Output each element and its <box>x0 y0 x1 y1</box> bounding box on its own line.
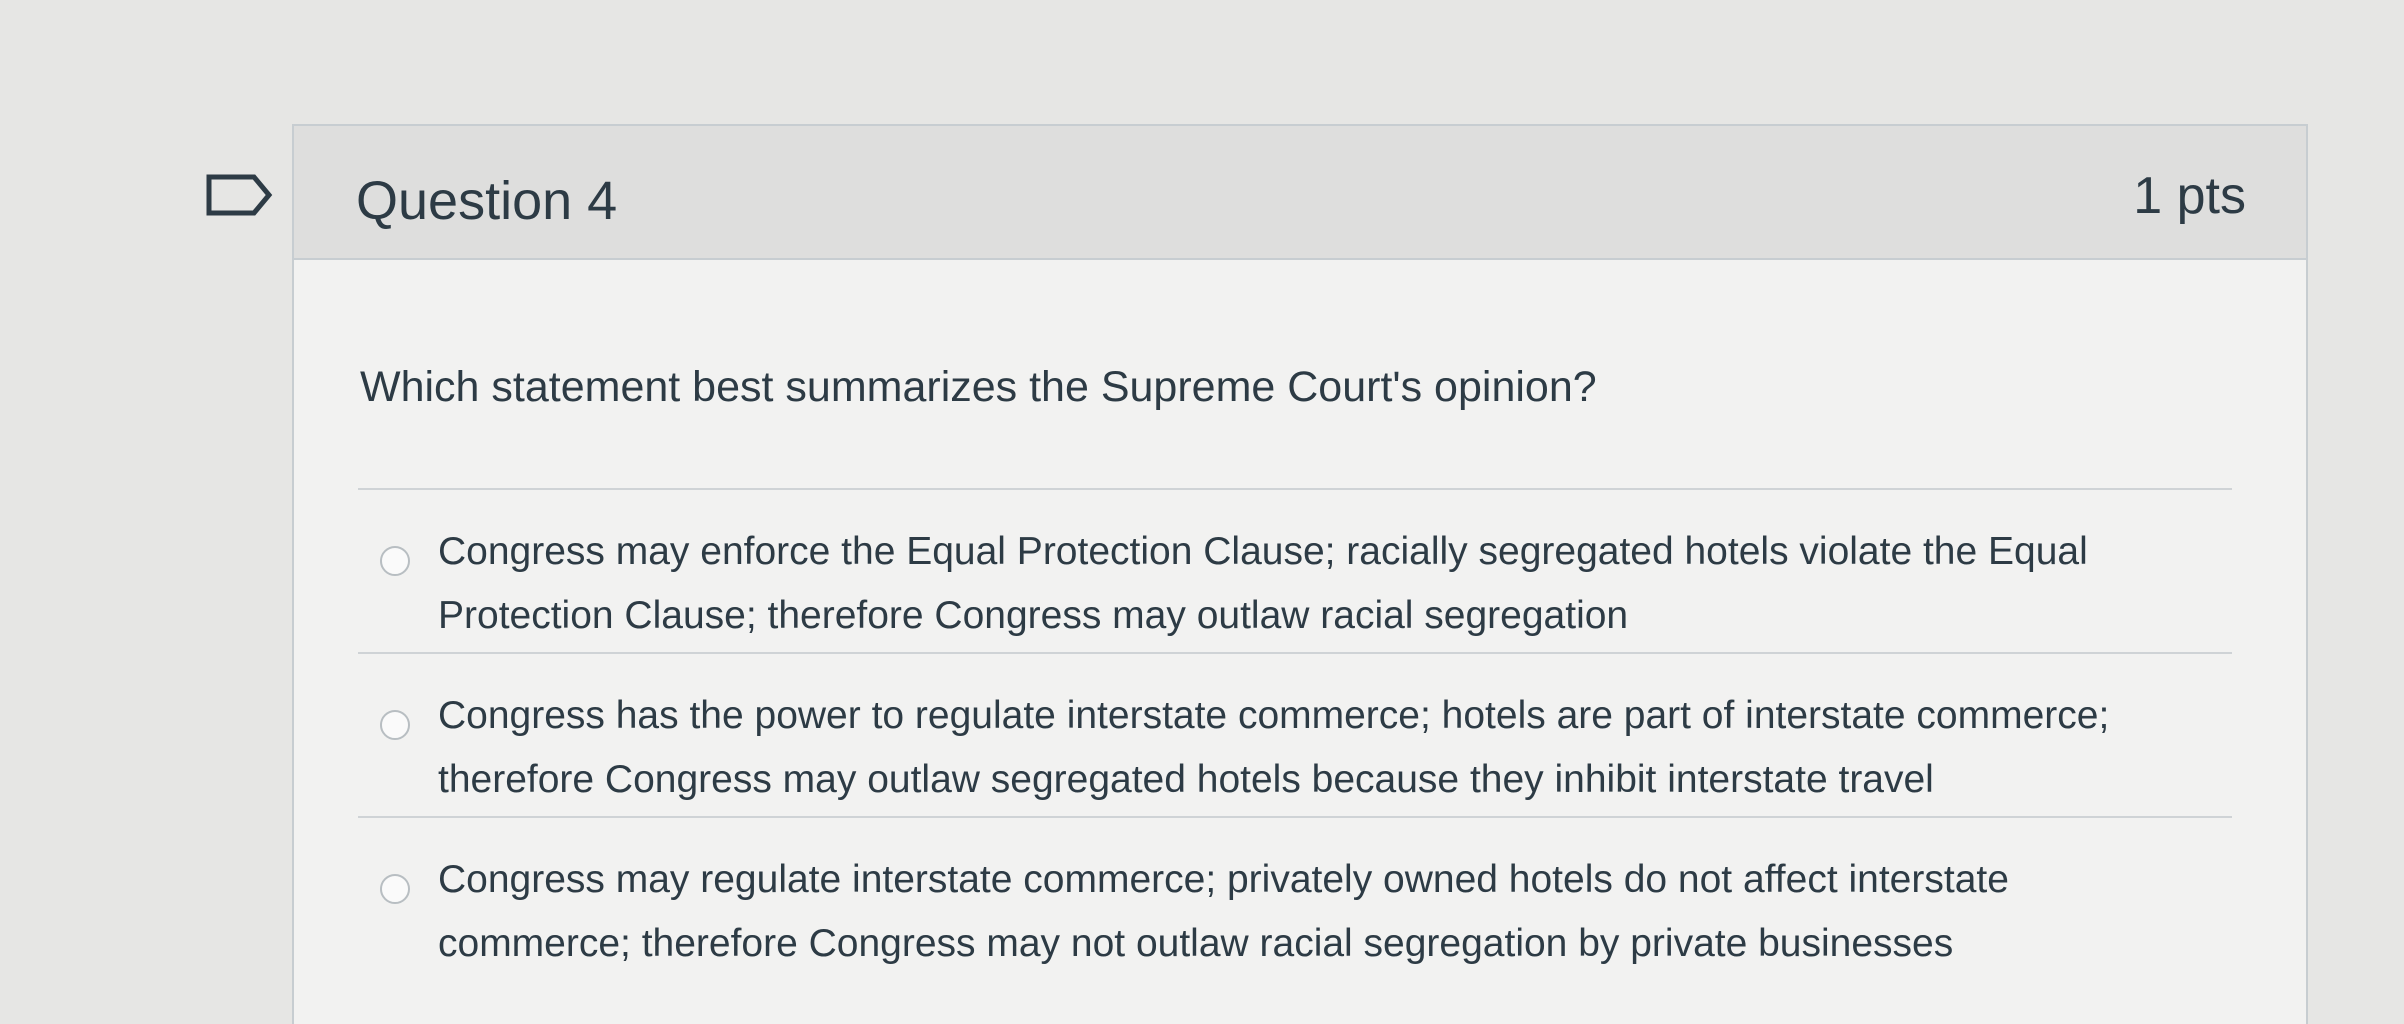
answer-label-3[interactable]: Congress may regulate interstate commerc… <box>438 848 2198 976</box>
answer-radio-2[interactable] <box>380 710 410 740</box>
question-points: 1 pts <box>2133 167 2246 225</box>
answer-option-1[interactable]: Congress may enforce the Equal Protectio… <box>358 490 2232 654</box>
answer-label-2[interactable]: Congress has the power to regulate inter… <box>438 684 2198 812</box>
question-title: Question 4 <box>356 171 618 231</box>
answer-option-2[interactable]: Congress has the power to regulate inter… <box>358 654 2232 818</box>
question-text: Which statement best summarizes the Supr… <box>360 363 1597 411</box>
answer-option-3[interactable]: Congress may regulate interstate commerc… <box>358 818 2232 982</box>
answer-label-1[interactable]: Congress may enforce the Equal Protectio… <box>438 520 2198 648</box>
question-header: Question 4 1 pts <box>294 126 2306 260</box>
answer-radio-1[interactable] <box>380 546 410 576</box>
question-card: Question 4 1 pts Which statement best su… <box>292 124 2308 1024</box>
answer-list: Congress may enforce the Equal Protectio… <box>358 488 2232 982</box>
answer-radio-3[interactable] <box>380 874 410 904</box>
flag-question-icon[interactable] <box>206 174 274 216</box>
